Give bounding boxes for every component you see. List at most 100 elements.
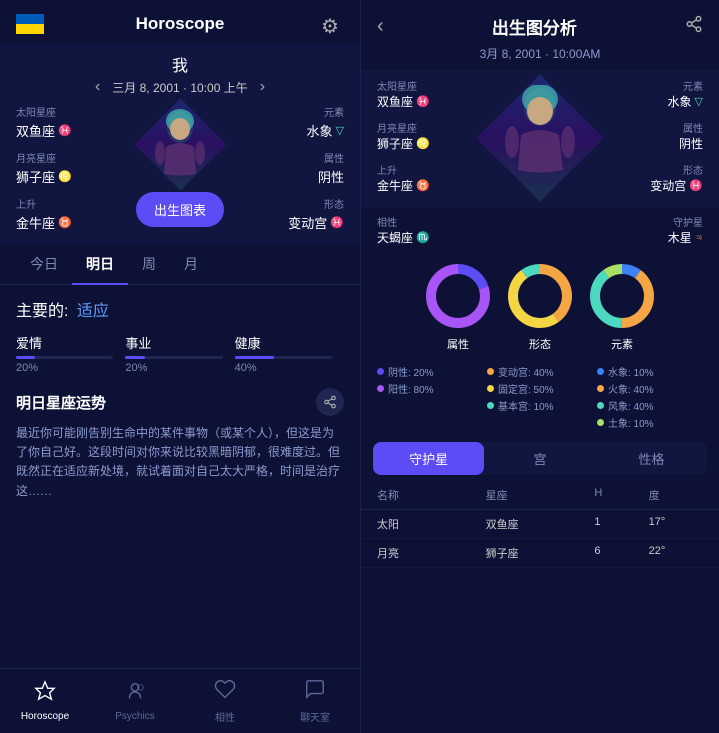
legend-dot-fire: [597, 385, 604, 392]
td-deg-1: 22°: [649, 545, 703, 561]
element-label: 元素: [324, 104, 344, 119]
form-info: 形态 变动宫 ♓: [288, 196, 344, 232]
tab-palace[interactable]: 宫: [484, 442, 595, 475]
sun-symbol: ♓: [58, 124, 72, 137]
tab-week[interactable]: 周: [128, 244, 170, 284]
r-rising-info: 上升 金牛座 ♉: [377, 162, 486, 194]
th-sign: 星座: [486, 487, 595, 503]
profile-date-row: ‹ 三月 8, 2001 · 10:00 上午 ›: [16, 78, 344, 96]
avatar-figure: [140, 104, 220, 184]
r-form-info: 形态 变动宫 ♓: [650, 162, 703, 194]
horoscope-section-header: 明日星座运势: [16, 388, 344, 416]
main-content: 主要的: 适应 爱情 20% 事业 20% 健康 40% 明日星座运势: [0, 285, 360, 668]
tab-month[interactable]: 月: [170, 244, 212, 284]
right-info-col: 元素 水象 ▽ 属性 阴性 形态 变动宫 ♓: [234, 104, 344, 232]
stat-love: 爱情 20%: [16, 333, 125, 374]
td-h-1: 6: [594, 545, 648, 561]
element-symbol: ▽: [336, 124, 344, 137]
r-element-label: 元素: [668, 78, 703, 93]
element-info: 元素 水象 ▽: [307, 104, 344, 140]
form-label: 形态: [324, 196, 344, 211]
r-attr-info: 属性 阴性: [679, 120, 703, 152]
td-name-1: 月亮: [377, 545, 486, 561]
moon-value: 狮子座 ♌: [16, 167, 126, 186]
tab-character[interactable]: 性格: [596, 442, 707, 475]
table-row: 太阳 双鱼座 1 17°: [361, 510, 719, 539]
compat-label: 相性: [377, 214, 430, 229]
r-sun-info: 太阳星座 双鱼座 ♓: [377, 78, 486, 110]
donut-element-svg: [586, 260, 658, 332]
compat-info: 相性 天蝎座 ♏: [377, 214, 430, 246]
right-bottom-tabs: 守护星 宫 性格: [373, 442, 707, 475]
legend-dot-yang: [377, 385, 384, 392]
th-deg: 度: [649, 487, 703, 503]
right-date: 3月 8, 2001 · 10:00AM: [361, 45, 719, 70]
nav-chat[interactable]: 聊天室: [270, 669, 360, 733]
guardian-value: 木星 ♃: [668, 229, 703, 246]
nav-compatibility[interactable]: 相性: [180, 669, 270, 733]
sun-value: 双鱼座 ♓: [16, 121, 126, 140]
legend-col-3: 水象: 10% 火象: 40% 风象: 40% 土象: 10%: [597, 364, 703, 430]
right-panel: ‹ 出生图分析 3月 8, 2001 · 10:00AM 太阳星座 双鱼座 ♓ …: [360, 0, 719, 733]
legend-col-1: 阴性: 20% 阳性: 80%: [377, 364, 483, 430]
donut-attr-label: 属性: [447, 336, 469, 352]
nav-compat-label: 相性: [215, 709, 235, 724]
td-sign-1: 狮子座: [486, 545, 595, 561]
compat-symbol: ♏: [416, 231, 430, 244]
tab-today[interactable]: 今日: [16, 244, 72, 284]
r-moon-symbol: ♌: [416, 137, 430, 150]
nav-chat-label: 聊天室: [300, 709, 330, 724]
nav-horoscope-label: Horoscope: [21, 711, 69, 722]
r-moon-info: 月亮星座 狮子座 ♌: [377, 120, 486, 152]
birth-chart-button[interactable]: 出生图表: [136, 192, 224, 227]
r-sun-label: 太阳星座: [377, 78, 486, 93]
r-attr-label: 属性: [679, 120, 703, 135]
r-rising-value: 金牛座 ♉: [377, 177, 486, 194]
stat-career: 事业 20%: [125, 333, 234, 374]
nav-psychics-label: Psychics: [115, 711, 154, 722]
legend-dot-air: [597, 402, 604, 409]
right-left-col: 太阳星座 双鱼座 ♓ 月亮星座 狮子座 ♌ 上升 金牛座 ♉: [377, 78, 486, 198]
attr-info: 属性 阴性: [318, 150, 344, 186]
form-value: 变动宫 ♓: [288, 213, 344, 232]
r-figure: [503, 85, 578, 192]
stats-row: 爱情 20% 事业 20% 健康 40%: [16, 333, 344, 374]
ukraine-flag: [16, 14, 44, 34]
r-attr-value: 阴性: [679, 135, 703, 152]
guardian-symbol: ♃: [695, 232, 703, 244]
table-header: 名称 星座 H 度: [361, 481, 719, 510]
profile-name: 我: [16, 52, 344, 76]
legend-dot-water: [597, 368, 604, 375]
right-header: ‹ 出生图分析: [361, 0, 719, 45]
guardian-info: 守护星 木星 ♃: [668, 214, 703, 246]
right-share-button[interactable]: [685, 15, 703, 38]
settings-button[interactable]: ⚙: [316, 12, 344, 40]
nav-psychics[interactable]: Psychics: [90, 669, 180, 733]
element-value: 水象 ▽: [307, 121, 344, 140]
td-name-0: 太阳: [377, 516, 486, 532]
td-sign-0: 双鱼座: [486, 516, 595, 532]
legend-yang: 阳性: 80%: [377, 381, 483, 396]
next-date-arrow[interactable]: ›: [260, 78, 265, 96]
nav-horoscope[interactable]: Horoscope: [0, 669, 90, 733]
donut-attr-svg: [422, 260, 494, 332]
r-sun-value: 双鱼座 ♓: [377, 93, 486, 110]
adapt-link[interactable]: 适应: [77, 303, 109, 320]
r-rising-label: 上升: [377, 162, 486, 177]
prev-date-arrow[interactable]: ‹: [95, 78, 100, 96]
form-symbol: ♓: [330, 216, 344, 229]
left-header: Horoscope ⚙: [0, 0, 360, 44]
tab-guardian-star[interactable]: 守护星: [373, 442, 484, 475]
share-button[interactable]: [316, 388, 344, 416]
compatibility-nav-icon: [214, 678, 236, 706]
legend-dot-cardinal: [487, 402, 494, 409]
legend-mutable: 变动宫: 40%: [487, 364, 593, 379]
back-button[interactable]: ‹: [377, 15, 384, 38]
legend-water: 水象: 10%: [597, 364, 703, 379]
legend-section: 阴性: 20% 阳性: 80% 变动宫: 40% 固定宫: 50% 基本宫: 1…: [361, 364, 719, 436]
legend-yin: 阴性: 20%: [377, 364, 483, 379]
right-avatar: [490, 78, 590, 198]
legend-dot-earth: [597, 419, 604, 426]
tab-tomorrow[interactable]: 明日: [72, 244, 128, 284]
td-deg-0: 17°: [649, 516, 703, 532]
